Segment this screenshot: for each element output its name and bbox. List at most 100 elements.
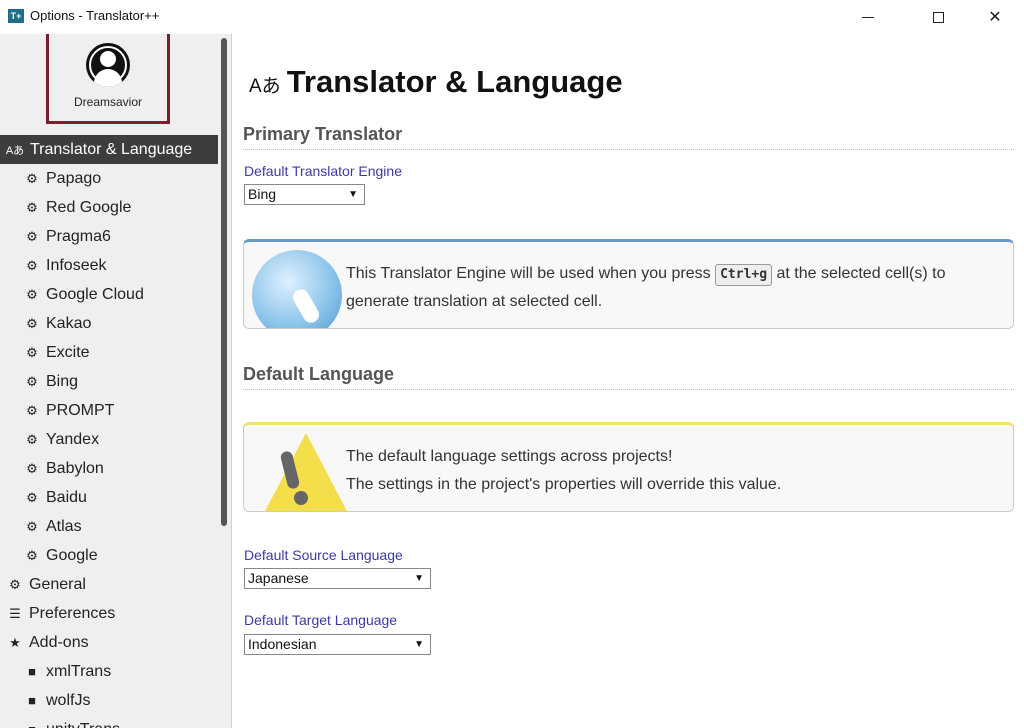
default-language-heading: Default Language xyxy=(243,364,1014,390)
sidebar-item-wolfjs[interactable]: ■ wolfJs xyxy=(0,686,218,715)
language-info-box: The default language settings across pro… xyxy=(243,422,1014,512)
archive-icon: ■ xyxy=(28,664,36,679)
sidebar-item-bing[interactable]: ⚙ Bing xyxy=(0,367,218,396)
star-icon: ★ xyxy=(9,634,21,650)
sidebar-item-label: Add-ons xyxy=(29,633,89,651)
sidebar-menu: Aあ Translator & Language ⚙ Papago ⚙ Red Googl… xyxy=(0,135,218,728)
translate-icon: Aあ xyxy=(5,144,25,157)
close-button[interactable]: ✕ xyxy=(972,0,1018,34)
sidebar-item-label: Google Cloud xyxy=(46,285,144,303)
shortcut-key: Ctrl+g xyxy=(715,264,773,286)
sidebar-item-label: Kakao xyxy=(46,314,92,332)
gears-icon: ⚙ xyxy=(26,373,38,389)
gears-icon: ⚙ xyxy=(26,286,38,302)
info-icon xyxy=(252,250,342,328)
dropdown-arrow-icon: ▼ xyxy=(414,639,424,650)
app-icon: T+ xyxy=(8,9,24,23)
language-info-text: The default language settings across pro… xyxy=(346,443,781,499)
sidebar-item-label: Yandex xyxy=(46,430,100,448)
sidebar-item-label: xmlTrans xyxy=(46,662,112,680)
sidebar-item-label: Red Google xyxy=(46,198,132,216)
sidebar-item-kakao[interactable]: ⚙ Kakao xyxy=(0,309,218,338)
gears-icon: ⚙ xyxy=(26,344,38,360)
page-title-text: Translator & Language xyxy=(286,64,623,99)
sidebar-item-translator-language[interactable]: Aあ Translator & Language xyxy=(0,135,218,164)
gears-icon: ⚙ xyxy=(26,315,38,331)
language-info-line1: The default language settings across pro… xyxy=(346,448,673,465)
dropdown-arrow-icon: ▼ xyxy=(414,573,424,584)
avatar-icon xyxy=(86,43,130,87)
sidebar-item-label: Pragma6 xyxy=(46,227,111,245)
sidebar-item-preferences[interactable]: ☰ Preferences xyxy=(0,599,218,628)
window-title: Options - Translator++ xyxy=(30,8,160,23)
gears-icon: ⚙ xyxy=(26,170,38,186)
engine-select[interactable]: Bing ▼ xyxy=(244,184,365,205)
source-language-label: Default Source Language xyxy=(244,547,403,563)
close-icon: ✕ xyxy=(988,9,1002,26)
sidebar-item-red-google[interactable]: ⚙ Red Google xyxy=(0,193,218,222)
page-title: Aあ Translator & Language xyxy=(249,64,623,100)
sidebar-scrollbar[interactable] xyxy=(221,38,227,526)
gears-icon: ⚙ xyxy=(26,489,38,505)
info-text-after: at the selected cell(s) to xyxy=(776,265,946,282)
preferences-icon: ☰ xyxy=(9,605,21,621)
language-info-line2: The settings in the project's properties… xyxy=(346,476,782,493)
info-text-before: This Translator Engine will be used when… xyxy=(346,265,711,282)
gears-icon: ⚙ xyxy=(26,402,38,418)
sidebar-item-google-cloud[interactable]: ⚙ Google Cloud xyxy=(0,280,218,309)
gears-icon: ⚙ xyxy=(26,460,38,476)
gears-icon: ⚙ xyxy=(26,228,38,244)
engine-label: Default Translator Engine xyxy=(244,163,402,179)
sidebar-item-atlas[interactable]: ⚙ Atlas xyxy=(0,512,218,541)
engine-select-value: Bing xyxy=(248,186,277,202)
sidebar-item-label: Translator & Language xyxy=(30,140,193,158)
sidebar-item-prompt[interactable]: ⚙ PROMPT xyxy=(0,396,218,425)
archive-icon: ■ xyxy=(22,722,42,728)
gears-icon: ⚙ xyxy=(26,518,38,534)
sidebar-item-label: unityTrans xyxy=(46,721,120,728)
sidebar-item-unitytrans[interactable]: ■ unityTrans xyxy=(0,715,218,728)
sidebar-item-yandex[interactable]: ⚙ Yandex xyxy=(0,425,218,454)
sidebar-item-add-ons[interactable]: ★ Add-ons xyxy=(0,628,218,657)
info-text-line2: generate translation at selected cell. xyxy=(346,293,603,310)
profile-card[interactable]: Dreamsavior xyxy=(46,34,170,124)
source-language-value: Japanese xyxy=(248,570,309,586)
sidebar-item-baidu[interactable]: ⚙ Baidu xyxy=(0,483,218,512)
sidebar-item-infoseek[interactable]: ⚙ Infoseek xyxy=(0,251,218,280)
sidebar-item-label: Bing xyxy=(46,372,79,390)
target-language-select[interactable]: Indonesian ▼ xyxy=(244,634,431,655)
sidebar-item-label: Preferences xyxy=(29,604,116,622)
maximize-icon xyxy=(932,11,944,23)
profile-name: Dreamsavior xyxy=(73,95,142,109)
source-language-select[interactable]: Japanese ▼ xyxy=(244,568,431,589)
sidebar-item-label: Infoseek xyxy=(46,256,107,274)
sidebar-item-label: Babylon xyxy=(46,459,104,477)
sidebar-item-babylon[interactable]: ⚙ Babylon xyxy=(0,454,218,483)
minimize-button[interactable] xyxy=(845,0,891,34)
translate-icon: Aあ xyxy=(249,76,281,97)
main-content: Aあ Translator & Language Primary Transla… xyxy=(233,34,1024,728)
gears-icon: ⚙ xyxy=(26,431,38,447)
sidebar: Dreamsavior Aあ Translator & Language ⚙ Papa… xyxy=(0,34,232,728)
archive-icon: ■ xyxy=(28,693,36,708)
target-language-value: Indonesian xyxy=(248,636,317,652)
sidebar-item-papago[interactable]: ⚙ Papago xyxy=(0,164,218,193)
maximize-button[interactable] xyxy=(915,0,961,34)
sidebar-item-label: Papago xyxy=(46,169,102,187)
gears-icon: ⚙ xyxy=(26,257,38,273)
sidebar-item-xmltrans[interactable]: ■ xmlTrans xyxy=(0,657,218,686)
sidebar-item-pragma6[interactable]: ⚙ Pragma6 xyxy=(0,222,218,251)
sidebar-item-label: Atlas xyxy=(46,517,82,535)
sidebar-item-label: General xyxy=(29,575,86,593)
warning-dot xyxy=(294,491,308,505)
gear-icon: ⚙ xyxy=(9,576,21,592)
gears-icon: ⚙ xyxy=(26,547,38,563)
sidebar-item-excite[interactable]: ⚙ Excite xyxy=(0,338,218,367)
sidebar-item-label: Baidu xyxy=(46,488,87,506)
sidebar-item-google[interactable]: ⚙ Google xyxy=(0,541,218,570)
sidebar-item-general[interactable]: ⚙ General xyxy=(0,570,218,599)
sidebar-item-label: PROMPT xyxy=(46,401,115,419)
sidebar-item-label: wolfJs xyxy=(46,691,91,709)
primary-translator-heading: Primary Translator xyxy=(243,124,1014,150)
sidebar-item-label: Google xyxy=(46,546,98,564)
